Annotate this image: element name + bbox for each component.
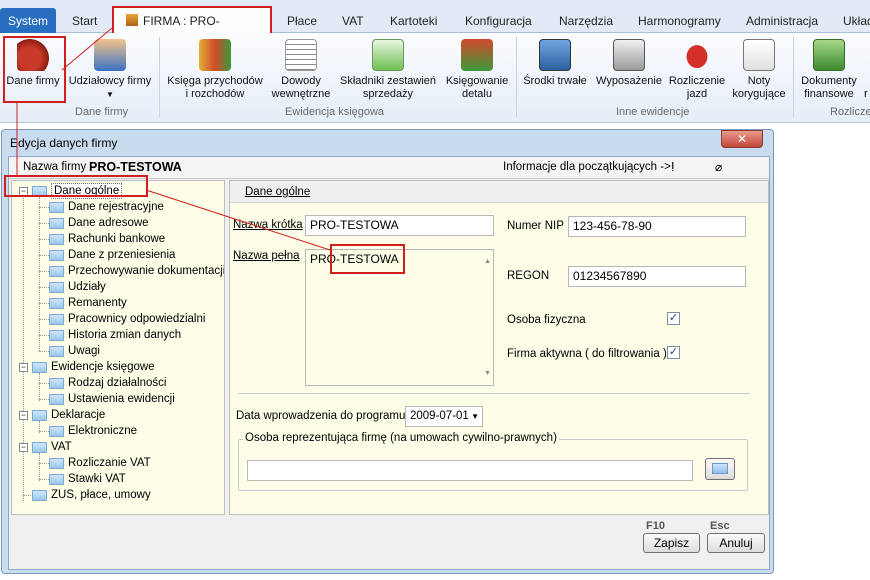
annotation-arrows	[16, 27, 331, 251]
annotation-line	[61, 27, 113, 71]
annotation-line	[145, 189, 331, 251]
